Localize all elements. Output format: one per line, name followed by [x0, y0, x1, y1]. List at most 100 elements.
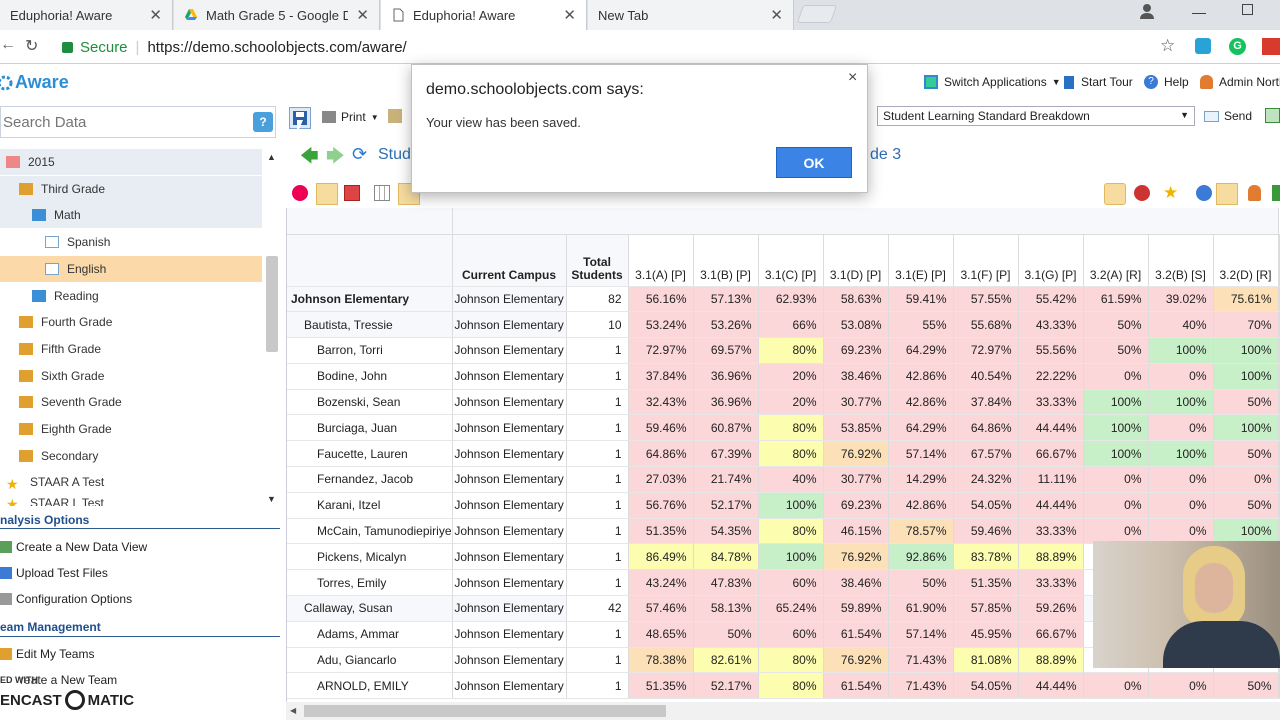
score-cell[interactable]: 84.78%	[693, 543, 759, 571]
column-header[interactable]: 3.1(D) [P]	[823, 234, 889, 287]
score-cell[interactable]: 50%	[1083, 337, 1149, 364]
back-icon[interactable]: ←	[0, 36, 16, 54]
score-cell[interactable]: 59.46%	[628, 414, 694, 442]
score-cell[interactable]: 44.44%	[1018, 414, 1084, 442]
table-row[interactable]: Bautista, Tressie Johnson Elementary 10 53.…	[287, 311, 1280, 339]
score-cell[interactable]: 100%	[1083, 414, 1149, 442]
score-cell[interactable]: 71.43%	[888, 672, 954, 700]
score-cell[interactable]: 53.24%	[628, 311, 694, 339]
close-tab-icon[interactable]: ✕	[770, 6, 783, 24]
score-cell[interactable]: 59.26%	[1018, 595, 1084, 622]
scroll-down-icon[interactable]: ▼	[267, 494, 276, 504]
score-cell[interactable]: 52.17%	[693, 672, 759, 700]
pdf-extension-icon[interactable]	[1262, 38, 1280, 55]
column-header[interactable]: 3.1(A) [P]	[628, 234, 694, 287]
browser-tab-4[interactable]: New Tab ✕	[588, 0, 794, 30]
row-name-cell[interactable]: Faucette, Lauren	[287, 440, 453, 468]
tree-item-fourth-grade[interactable]: Fourth Grade	[0, 309, 262, 335]
score-cell[interactable]: 22.22%	[1018, 363, 1084, 390]
score-cell[interactable]: 100%	[1083, 389, 1149, 416]
scrollbar-thumb[interactable]	[304, 705, 666, 717]
star-icon[interactable]: ★	[1163, 183, 1178, 203]
table-row[interactable]: Karani, Itzel Johnson Elementary 1 56.76% 52…	[287, 492, 1280, 519]
score-cell[interactable]: 86.49%	[628, 543, 694, 571]
column-header[interactable]: 3.1(E) [P]	[888, 234, 954, 287]
score-cell[interactable]: 64.29%	[888, 414, 954, 442]
print-menu[interactable]: Print ▼	[322, 110, 379, 124]
score-cell[interactable]: 58.63%	[823, 286, 889, 313]
score-cell[interactable]: 100%	[1148, 389, 1214, 416]
score-cell[interactable]: 0%	[1148, 466, 1214, 493]
score-cell[interactable]: 70%	[1213, 311, 1279, 339]
bookmark-star-icon[interactable]: ☆	[1160, 36, 1175, 56]
upload-test-files-link[interactable]: Upload Test Files	[0, 566, 108, 580]
score-cell[interactable]: 43.24%	[628, 569, 694, 597]
dialog-close-icon[interactable]: ×	[848, 69, 857, 87]
table-row[interactable]: Burciaga, Juan Johnson Elementary 1 59.46% 6…	[287, 414, 1280, 442]
score-cell[interactable]: 0%	[1083, 672, 1149, 700]
grammarly-icon[interactable]: G	[1229, 38, 1246, 55]
help-button[interactable]: ? Help	[1144, 75, 1189, 89]
url-omnibox[interactable]: Secure | https://demo.schoolobjects.com/…	[54, 34, 1184, 60]
row-name-cell[interactable]: Johnson Elementary	[287, 286, 453, 313]
score-cell[interactable]: 54.05%	[953, 672, 1019, 700]
score-cell[interactable]: 46.15%	[823, 518, 889, 545]
score-cell[interactable]: 20%	[758, 363, 824, 390]
close-tab-icon[interactable]: ✕	[563, 6, 576, 24]
close-tab-icon[interactable]: ✕	[149, 6, 162, 24]
score-cell[interactable]: 100%	[1213, 337, 1279, 364]
score-cell[interactable]: 44.44%	[1018, 672, 1084, 700]
score-cell[interactable]: 30.77%	[823, 466, 889, 493]
score-cell[interactable]: 36.96%	[693, 363, 759, 390]
score-cell[interactable]: 36.96%	[693, 389, 759, 416]
score-cell[interactable]: 80%	[758, 337, 824, 364]
configuration-options-link[interactable]: Configuration Options	[0, 592, 132, 606]
score-cell[interactable]: 61.59%	[1083, 286, 1149, 313]
score-cell[interactable]: 60.87%	[693, 414, 759, 442]
score-cell[interactable]: 92.86%	[888, 543, 954, 571]
score-cell[interactable]: 30.77%	[823, 389, 889, 416]
score-cell[interactable]: 69.57%	[693, 337, 759, 364]
score-cell[interactable]: 76.92%	[823, 440, 889, 468]
score-cell[interactable]: 65.24%	[758, 595, 824, 622]
score-cell[interactable]: 66.67%	[1018, 621, 1084, 648]
score-cell[interactable]: 78.57%	[888, 518, 954, 545]
score-cell[interactable]: 50%	[1213, 492, 1279, 519]
tree-item-fifth-grade[interactable]: Fifth Grade	[0, 336, 262, 362]
score-cell[interactable]: 61.54%	[823, 621, 889, 648]
score-cell[interactable]: 57.14%	[888, 621, 954, 648]
row-name-cell[interactable]: Adu, Giancarlo	[287, 647, 453, 674]
column-header[interactable]: 3.1(C) [P]	[758, 234, 824, 287]
column-header[interactable]: 3.1(G) [P]	[1018, 234, 1084, 287]
row-name-cell[interactable]: Karani, Itzel	[287, 492, 453, 519]
score-cell[interactable]: 43.33%	[1018, 311, 1084, 339]
row-name-cell[interactable]: Burciaga, Juan	[287, 414, 453, 442]
score-cell[interactable]: 0%	[1148, 414, 1214, 442]
score-cell[interactable]: 55.42%	[1018, 286, 1084, 313]
score-cell[interactable]: 38.46%	[823, 569, 889, 597]
send-button[interactable]: Send	[1204, 109, 1252, 123]
scroll-up-icon[interactable]: ▲	[267, 152, 276, 162]
forward-arrow-icon[interactable]: 🡆	[326, 144, 345, 174]
row-name-cell[interactable]: Barron, Torri	[287, 337, 453, 364]
score-cell[interactable]: 64.86%	[953, 414, 1019, 442]
minimize-icon[interactable]: —	[1192, 4, 1206, 20]
score-cell[interactable]: 53.26%	[693, 311, 759, 339]
extra-tool-icon[interactable]	[1272, 185, 1280, 201]
score-cell[interactable]: 42.86%	[888, 389, 954, 416]
tree-item-english[interactable]: English	[0, 255, 262, 282]
cabinet-icon[interactable]	[1216, 183, 1238, 205]
profile-icon[interactable]	[1138, 2, 1156, 23]
score-cell[interactable]: 54.05%	[953, 492, 1019, 519]
score-cell[interactable]: 14.29%	[888, 466, 954, 493]
row-name-cell[interactable]: McCain, Tamunodiepiriye	[287, 518, 453, 545]
score-cell[interactable]: 51.35%	[953, 569, 1019, 597]
scroll-left-icon[interactable]: ◀	[290, 706, 296, 715]
score-cell[interactable]: 0%	[1083, 492, 1149, 519]
table-row[interactable]: Bodine, John Johnson Elementary 1 37.84% 36.…	[287, 363, 1280, 390]
score-cell[interactable]: 60%	[758, 569, 824, 597]
globe-icon[interactable]	[1196, 185, 1212, 201]
score-cell[interactable]: 24.32%	[953, 466, 1019, 493]
start-tour-button[interactable]: Start Tour	[1064, 75, 1133, 89]
score-cell[interactable]: 48.65%	[628, 621, 694, 648]
